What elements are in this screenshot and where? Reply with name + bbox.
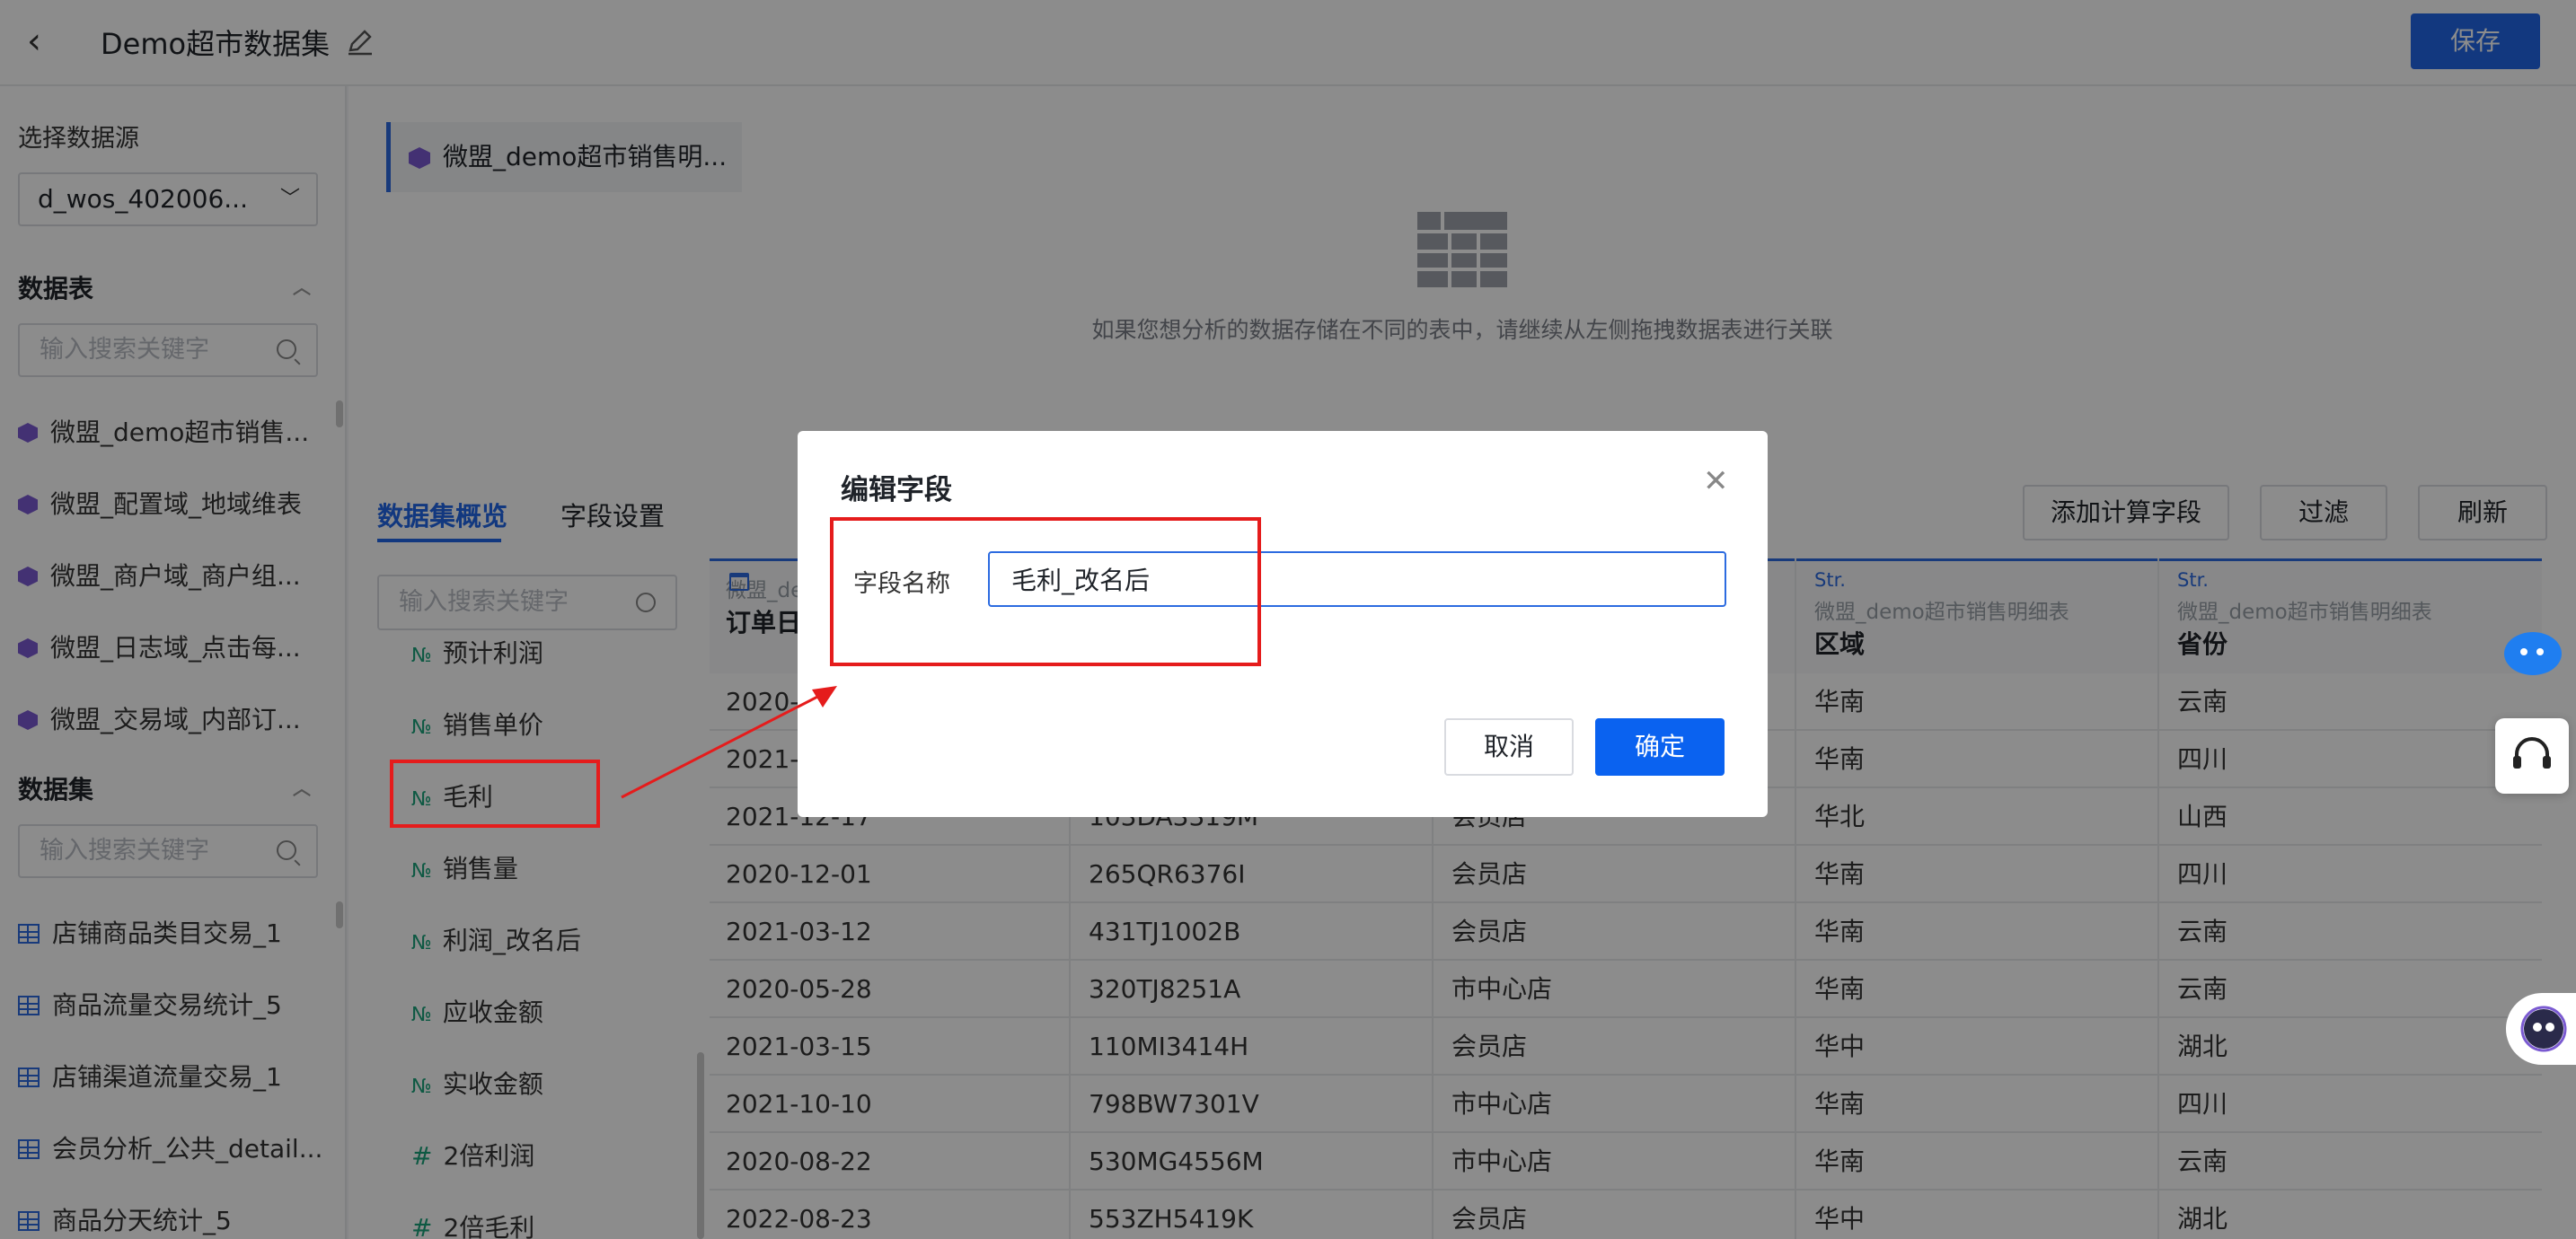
dialog-title: 编辑字段 bbox=[841, 474, 952, 506]
assistant-avatar[interactable] bbox=[2506, 993, 2576, 1065]
cancel-button[interactable]: 取消 bbox=[1444, 718, 1574, 776]
assistant-face-icon bbox=[2520, 1006, 2567, 1052]
chat-bot-icon[interactable] bbox=[2499, 628, 2563, 679]
annotation-highlight-dialog bbox=[830, 517, 1261, 666]
customer-service-widget[interactable] bbox=[2495, 718, 2569, 794]
headset-icon bbox=[2513, 737, 2551, 769]
annotation-highlight-field bbox=[390, 760, 600, 828]
annotation-arrow bbox=[621, 686, 837, 799]
close-icon[interactable]: ✕ bbox=[1703, 463, 1729, 499]
confirm-button[interactable]: 确定 bbox=[1595, 718, 1725, 776]
